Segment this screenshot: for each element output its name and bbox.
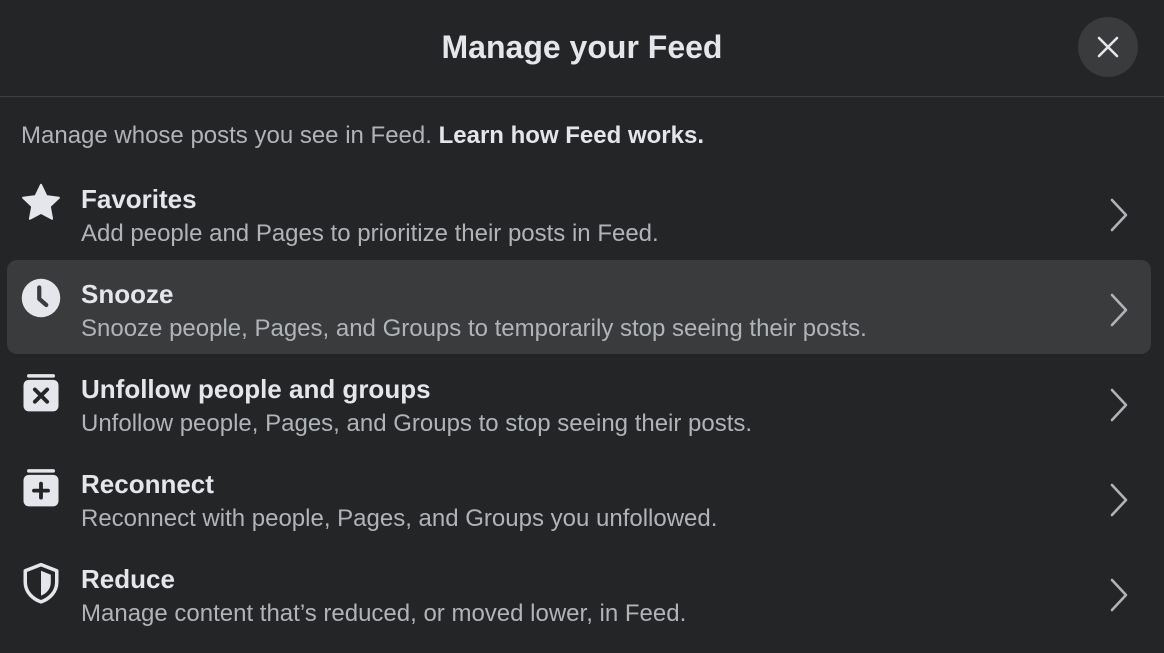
menu-item-reduce[interactable]: Reduce Manage content that’s reduced, or… [7,545,1151,639]
menu-item-description: Reconnect with people, Pages, and Groups… [81,505,718,532]
menu-item-description: Add people and Pages to prioritize their… [81,220,659,247]
chevron-right-icon [1105,575,1133,615]
menu-item-snooze[interactable]: Snooze Snooze people, Pages, and Groups … [7,260,1151,354]
reconnect-icon [19,466,63,510]
clock-icon [19,276,63,320]
chevron-right-icon [1105,195,1133,235]
menu-item-title: Snooze [81,279,174,309]
close-button[interactable] [1078,17,1138,77]
menu-item-favorites[interactable]: Favorites Add people and Pages to priori… [7,165,1151,259]
manage-feed-dialog: Manage your Feed Manage whose posts you … [0,0,1164,653]
menu-item-description: Unfollow people, Pages, and Groups to st… [81,410,753,437]
dialog-title: Manage your Feed [441,29,723,65]
chevron-right-icon [1105,385,1133,425]
learn-how-feed-works-link[interactable]: Learn how Feed works. [439,122,704,149]
chevron-right-icon [1105,290,1133,330]
star-icon [19,181,63,225]
menu-item-title: Reconnect [81,469,214,499]
chevron-right-icon [1105,480,1133,520]
menu-item-unfollow[interactable]: Unfollow people and groups Unfollow peop… [7,355,1151,449]
menu-item-title: Reduce [81,564,175,594]
shield-icon [19,561,63,605]
unfollow-icon [19,371,63,415]
menu-item-description: Manage content that’s reduced, or moved … [81,600,687,627]
intro-description: Manage whose posts you see in Feed. [21,122,432,149]
menu-item-title: Unfollow people and groups [81,374,431,404]
menu-item-title: Favorites [81,184,197,214]
intro-text: Manage whose posts you see in Feed. Lear… [21,120,704,152]
menu-item-description: Snooze people, Pages, and Groups to temp… [81,315,867,342]
dialog-header: Manage your Feed [0,0,1164,97]
close-icon [1097,36,1119,58]
menu-item-reconnect[interactable]: Reconnect Reconnect with people, Pages, … [7,450,1151,544]
